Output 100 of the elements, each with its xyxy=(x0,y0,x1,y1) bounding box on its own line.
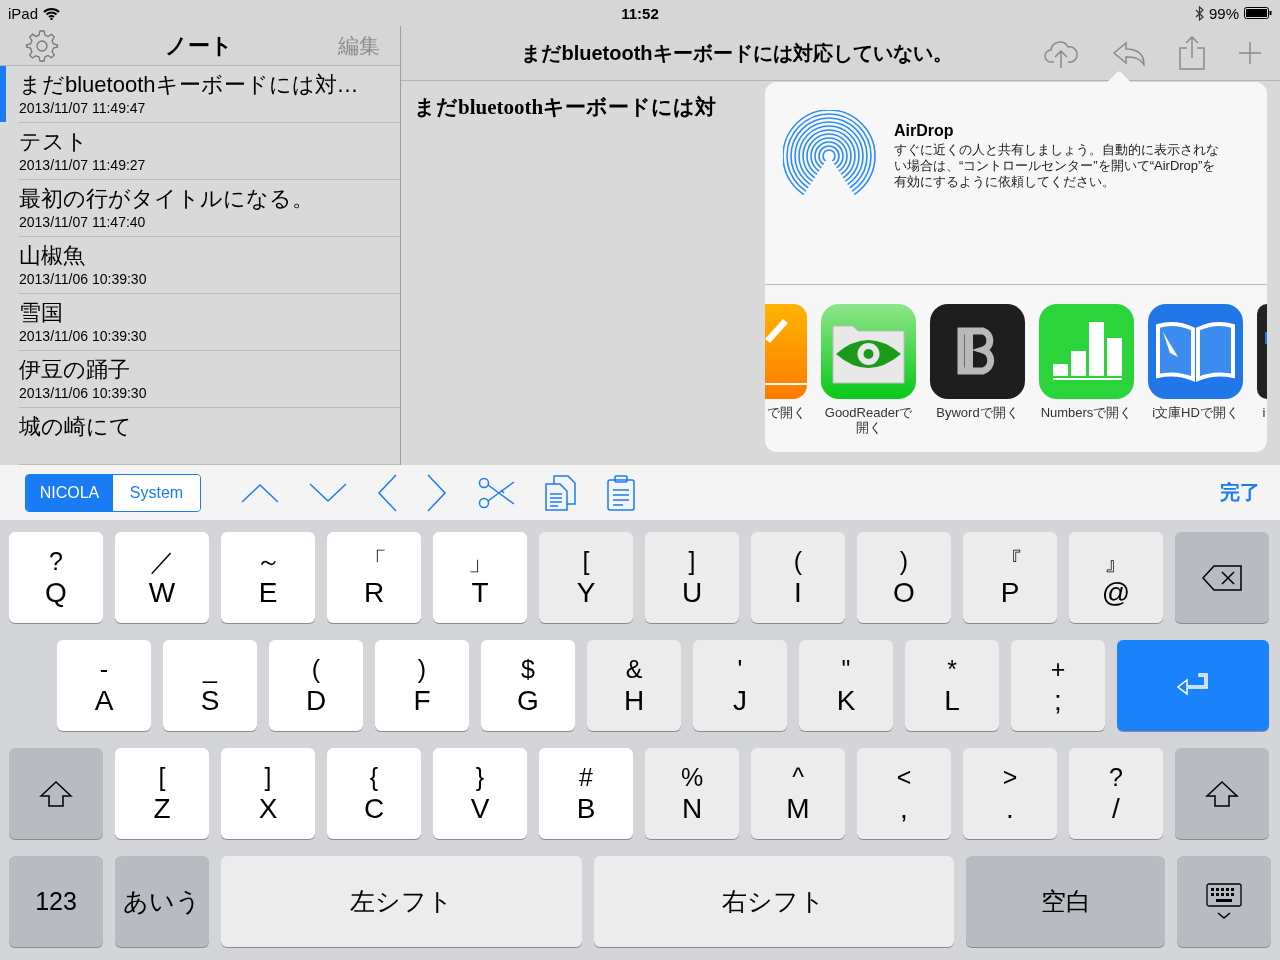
mode-tab[interactable]: NICOLA xyxy=(26,474,113,511)
paste-icon[interactable] xyxy=(607,474,635,511)
keyboard-key[interactable]: あいう xyxy=(115,856,209,947)
keyboard-hide-icon xyxy=(1206,882,1242,921)
settings-icon[interactable] xyxy=(24,27,60,64)
keyboard-key[interactable]: ? / xyxy=(1069,748,1163,839)
keyboard-key[interactable]: ^ M xyxy=(751,748,845,839)
keyboard-key[interactable]: 123 xyxy=(9,856,103,947)
reply-icon[interactable] xyxy=(1112,40,1146,66)
keyboard-key[interactable]: 』 @ xyxy=(1069,532,1163,623)
note-date: 2013/11/07 11:49:27 xyxy=(19,157,146,173)
note-item[interactable]: 伊豆の踊子 2013/11/06 10:39:30 xyxy=(0,351,400,408)
note-date: 2013/11/07 11:47:40 xyxy=(19,214,146,230)
note-title: まだbluetoothキーボードには対… xyxy=(19,71,359,99)
keyboard-key[interactable]: _ S xyxy=(163,640,257,731)
app-label: i xyxy=(1261,405,1267,420)
bar-chart-app-icon[interactable] xyxy=(1039,304,1134,399)
chevron-left-icon[interactable] xyxy=(377,473,397,512)
keyboard-key[interactable]: 」 T xyxy=(433,532,527,623)
keyboard-key[interactable]: } V xyxy=(433,748,527,839)
list-title: ノート xyxy=(164,31,234,60)
keyboard-key[interactable]: ) O xyxy=(857,532,951,623)
delete-key[interactable] xyxy=(1175,532,1269,623)
keyboard-key[interactable]: & H xyxy=(587,640,681,731)
wifi-icon xyxy=(43,6,61,20)
pencil-app-icon[interactable] xyxy=(765,304,807,399)
note-title: 雪国 xyxy=(19,299,63,327)
keyboard-key[interactable]: 「 R xyxy=(327,532,421,623)
note-item[interactable]: まだbluetoothキーボードには対… 2013/11/07 11:49:47 xyxy=(0,66,400,123)
mode-tab[interactable]: System xyxy=(113,474,200,511)
note-item[interactable]: テスト 2013/11/07 11:49:27 xyxy=(0,123,400,180)
note-item[interactable]: 雪国 2013/11/06 10:39:30 xyxy=(0,294,400,351)
keyboard-key[interactable]: { C xyxy=(327,748,421,839)
keyboard-key[interactable]: " K xyxy=(799,640,893,731)
note-title: 山椒魚 xyxy=(19,242,85,270)
keyboard-key[interactable]: * L xyxy=(905,640,999,731)
keyboard-key[interactable]: ) F xyxy=(375,640,469,731)
note-body-text: まだbluetoothキーボードには対 xyxy=(414,94,717,121)
app-label: i文庫HDで開く xyxy=(1151,405,1240,420)
hide-keyboard-key[interactable] xyxy=(1177,856,1271,947)
shift-key[interactable] xyxy=(9,748,103,839)
keyboard-key[interactable]: ] X xyxy=(221,748,315,839)
app-icon[interactable] xyxy=(1257,304,1267,399)
shift-key[interactable] xyxy=(1175,748,1269,839)
chevron-up-icon[interactable] xyxy=(241,482,279,503)
keyboard-key[interactable]: # B xyxy=(539,748,633,839)
open-book-app-icon[interactable] xyxy=(1148,304,1243,399)
keyboard-key[interactable]: 『 P xyxy=(963,532,1057,623)
keyboard-key[interactable]: ／ W xyxy=(115,532,209,623)
note-title: テスト xyxy=(19,128,88,156)
keyboard-key[interactable]: < , xyxy=(857,748,951,839)
device-name: iPad xyxy=(8,4,39,22)
keyboard-key[interactable]: [ Z xyxy=(115,748,209,839)
clock-time: 11:52 xyxy=(621,4,659,22)
bluetooth-icon xyxy=(1194,5,1204,21)
keyboard-key[interactable]: ( I xyxy=(751,532,845,623)
note-date: 2013/11/06 10:39:30 xyxy=(19,328,147,344)
backspace-icon xyxy=(1202,564,1242,591)
letter-b-app-icon[interactable] xyxy=(930,304,1025,399)
add-icon[interactable] xyxy=(1238,41,1262,65)
note-title: まだbluetoothキーボードには対応していない。 xyxy=(520,40,954,66)
note-date: 2013/11/07 11:49:47 xyxy=(19,100,146,116)
shift-icon xyxy=(39,779,73,808)
app-label: GoodReaderで開く xyxy=(823,405,914,435)
keyboard-key[interactable]: ] U xyxy=(645,532,739,623)
keyboard-key[interactable]: > . xyxy=(963,748,1057,839)
share-icon[interactable] xyxy=(1179,36,1205,70)
app-label: で開く xyxy=(765,405,807,420)
cut-icon[interactable] xyxy=(477,475,515,510)
note-item[interactable]: 最初の行がタイトルになる。 2013/11/07 11:47:40 xyxy=(0,180,400,237)
note-date: 2013/11/06 10:39:30 xyxy=(19,385,147,401)
keyboard-key[interactable]: 右シフト xyxy=(593,856,954,947)
chevron-right-icon[interactable] xyxy=(427,473,447,512)
battery-percent: 99% xyxy=(1208,4,1239,22)
keyboard-key[interactable]: ( D xyxy=(269,640,363,731)
keyboard-key[interactable]: [ Y xyxy=(539,532,633,623)
chevron-down-icon[interactable] xyxy=(309,482,347,503)
keyboard-key[interactable]: % N xyxy=(645,748,739,839)
keyboard-key[interactable]: $ G xyxy=(481,640,575,731)
note-title: 城の崎にて xyxy=(19,413,132,441)
app-label: Numbersで開く xyxy=(1039,405,1134,420)
note-title: 伊豆の踊子 xyxy=(19,356,130,384)
copy-icon[interactable] xyxy=(545,474,577,511)
app-label: Bywordで開く xyxy=(935,405,1020,420)
keyboard-key[interactable]: ? Q xyxy=(9,532,103,623)
note-item[interactable]: 山椒魚 2013/11/06 10:39:30 xyxy=(0,237,400,294)
battery-icon xyxy=(1244,7,1272,19)
note-date: 2013/11/06 10:39:30 xyxy=(19,271,147,287)
eye-folder-app-icon[interactable] xyxy=(821,304,916,399)
keyboard-key[interactable]: + ; xyxy=(1011,640,1105,731)
done-button[interactable]: 完了 xyxy=(1220,479,1260,506)
keyboard-key[interactable]: ～ E xyxy=(221,532,315,623)
shift-icon xyxy=(1205,779,1239,808)
note-title: 最初の行がタイトルになる。 xyxy=(19,185,314,213)
space-key[interactable]: 空白 xyxy=(966,856,1165,947)
keyboard-key[interactable]: - A xyxy=(57,640,151,731)
keyboard-key[interactable]: ' J xyxy=(693,640,787,731)
airdrop-title: AirDrop xyxy=(894,122,954,140)
keyboard-key[interactable]: 左シフト xyxy=(221,856,582,947)
airdrop-description: すぐに近くの人と共有しましょう。自動的に表示されない場合は、“コントロールセンター”を開いて“AirDrop”を有効にするように依頼してください。 xyxy=(894,142,1220,190)
